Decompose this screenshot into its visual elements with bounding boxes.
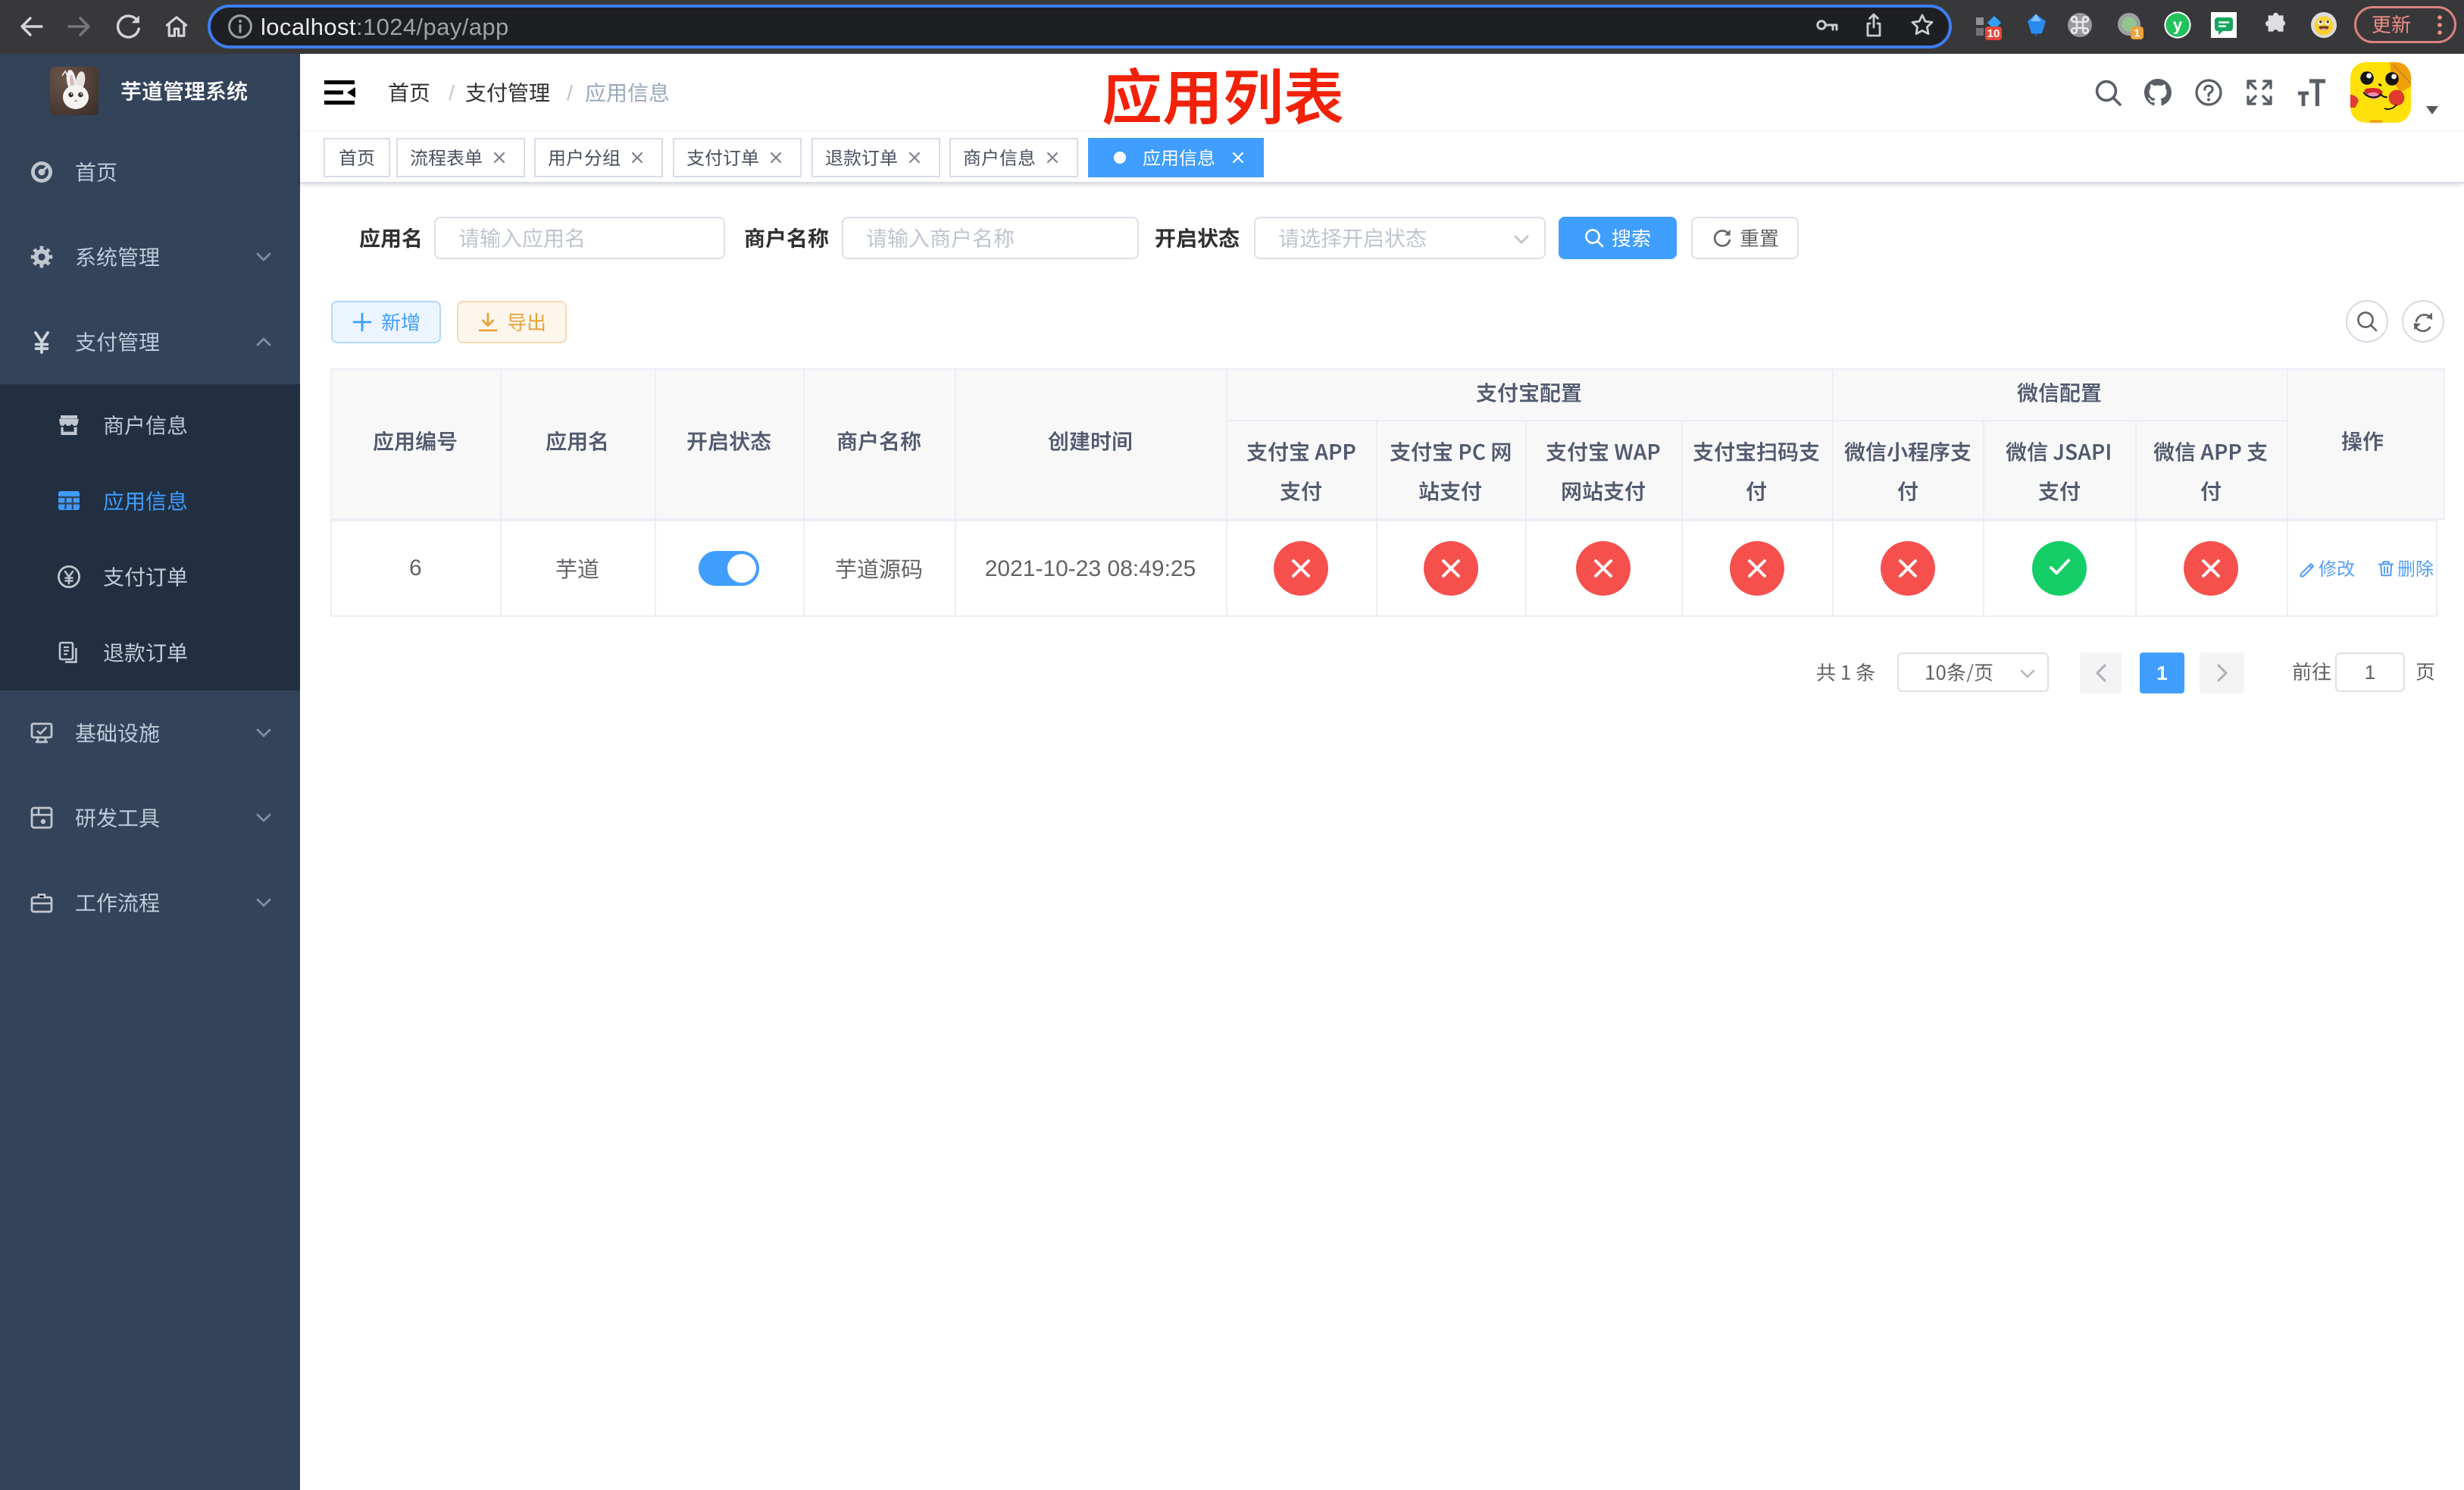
- svg-text:1: 1: [2134, 27, 2140, 39]
- svg-text:10: 10: [1987, 27, 2000, 40]
- svg-text:y: y: [2173, 16, 2183, 35]
